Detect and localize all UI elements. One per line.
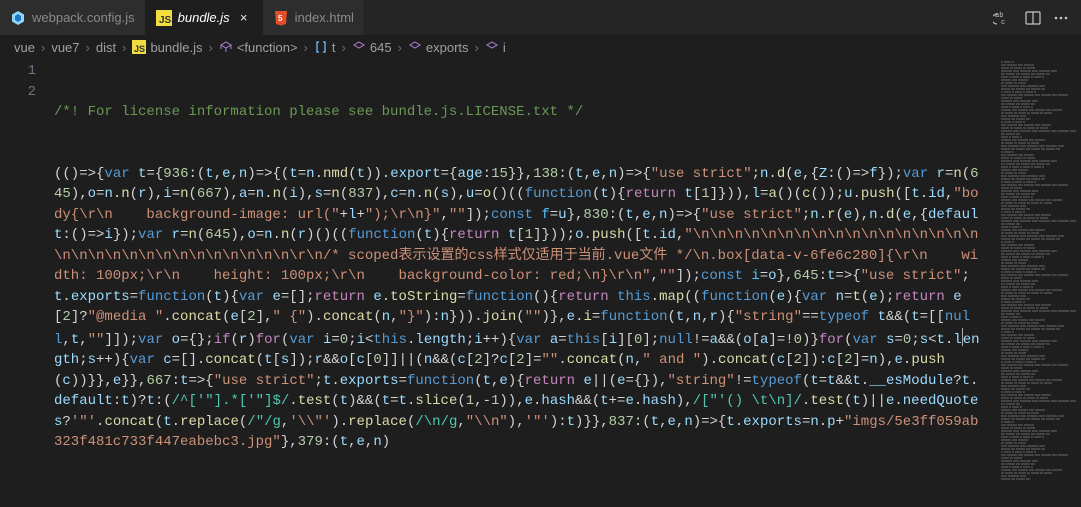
cube-icon xyxy=(352,40,366,54)
chevron-right-icon: › xyxy=(41,40,45,55)
breadcrumb-dist[interactable]: dist xyxy=(96,40,116,55)
abc-icon[interactable]: abc xyxy=(993,9,1013,27)
line-number-gutter: 1 2 xyxy=(0,59,54,507)
chevron-right-icon: › xyxy=(86,40,90,55)
cube-icon xyxy=(485,40,499,54)
breadcrumb-t[interactable]: t xyxy=(314,40,336,55)
cube-icon xyxy=(219,40,233,54)
webpack-icon xyxy=(10,10,26,26)
editor-tab-bar: webpack.config.js JS bundle.js × 5 index… xyxy=(0,0,1081,35)
breadcrumb-i[interactable]: i xyxy=(485,40,506,55)
chevron-right-icon: › xyxy=(122,40,126,55)
tab-webpack-config[interactable]: webpack.config.js xyxy=(0,0,146,35)
tab-label: bundle.js xyxy=(178,10,230,25)
breadcrumb-bundle-js[interactable]: JS bundle.js xyxy=(132,40,202,55)
js-icon: JS xyxy=(156,10,172,26)
brackets-icon xyxy=(314,40,328,54)
editor-area[interactable]: 1 2 /*! For license information please s… xyxy=(0,59,1081,507)
svg-text:5: 5 xyxy=(278,14,283,23)
minimap-content xyxy=(997,59,1081,483)
breadcrumbs-bar: vue › vue7 › dist › JS bundle.js › <func… xyxy=(0,35,1081,59)
breadcrumb-function[interactable]: <function> xyxy=(219,40,298,55)
cube-icon xyxy=(408,40,422,54)
chevron-right-icon: › xyxy=(304,40,308,55)
breadcrumb-vue[interactable]: vue xyxy=(14,40,35,55)
code-line-1: /*! For license information please see b… xyxy=(54,102,981,123)
tab-index-html[interactable]: 5 index.html xyxy=(263,0,365,35)
tab-bundle-js[interactable]: JS bundle.js × xyxy=(146,0,263,35)
svg-text:c: c xyxy=(1001,19,1005,27)
minimap[interactable] xyxy=(997,59,1081,507)
chevron-right-icon: › xyxy=(208,40,212,55)
chevron-right-icon: › xyxy=(342,40,346,55)
code-content[interactable]: /*! For license information please see b… xyxy=(54,59,1081,507)
tab-label: index.html xyxy=(295,10,354,25)
chevron-right-icon: › xyxy=(398,40,402,55)
code-line-2: (()=>{var t={936:(t,e,n)=>{(t=n.nmd(t)).… xyxy=(54,164,981,453)
line-number: 1 xyxy=(0,61,36,82)
tab-label: webpack.config.js xyxy=(32,10,135,25)
breadcrumb-vue7[interactable]: vue7 xyxy=(51,40,79,55)
breadcrumb-645[interactable]: 645 xyxy=(352,40,392,55)
breadcrumb-exports[interactable]: exports xyxy=(408,40,469,55)
tab-spacer xyxy=(365,0,981,35)
tab-actions: abc xyxy=(981,0,1081,35)
more-icon[interactable] xyxy=(1053,10,1069,26)
split-editor-icon[interactable] xyxy=(1025,10,1041,26)
chevron-right-icon: › xyxy=(475,40,479,55)
html-icon: 5 xyxy=(273,10,289,26)
svg-text:JS: JS xyxy=(159,15,172,26)
svg-text:JS: JS xyxy=(134,44,145,54)
line-number: 2 xyxy=(0,82,36,103)
close-icon[interactable]: × xyxy=(236,10,252,25)
js-icon: JS xyxy=(132,40,146,54)
